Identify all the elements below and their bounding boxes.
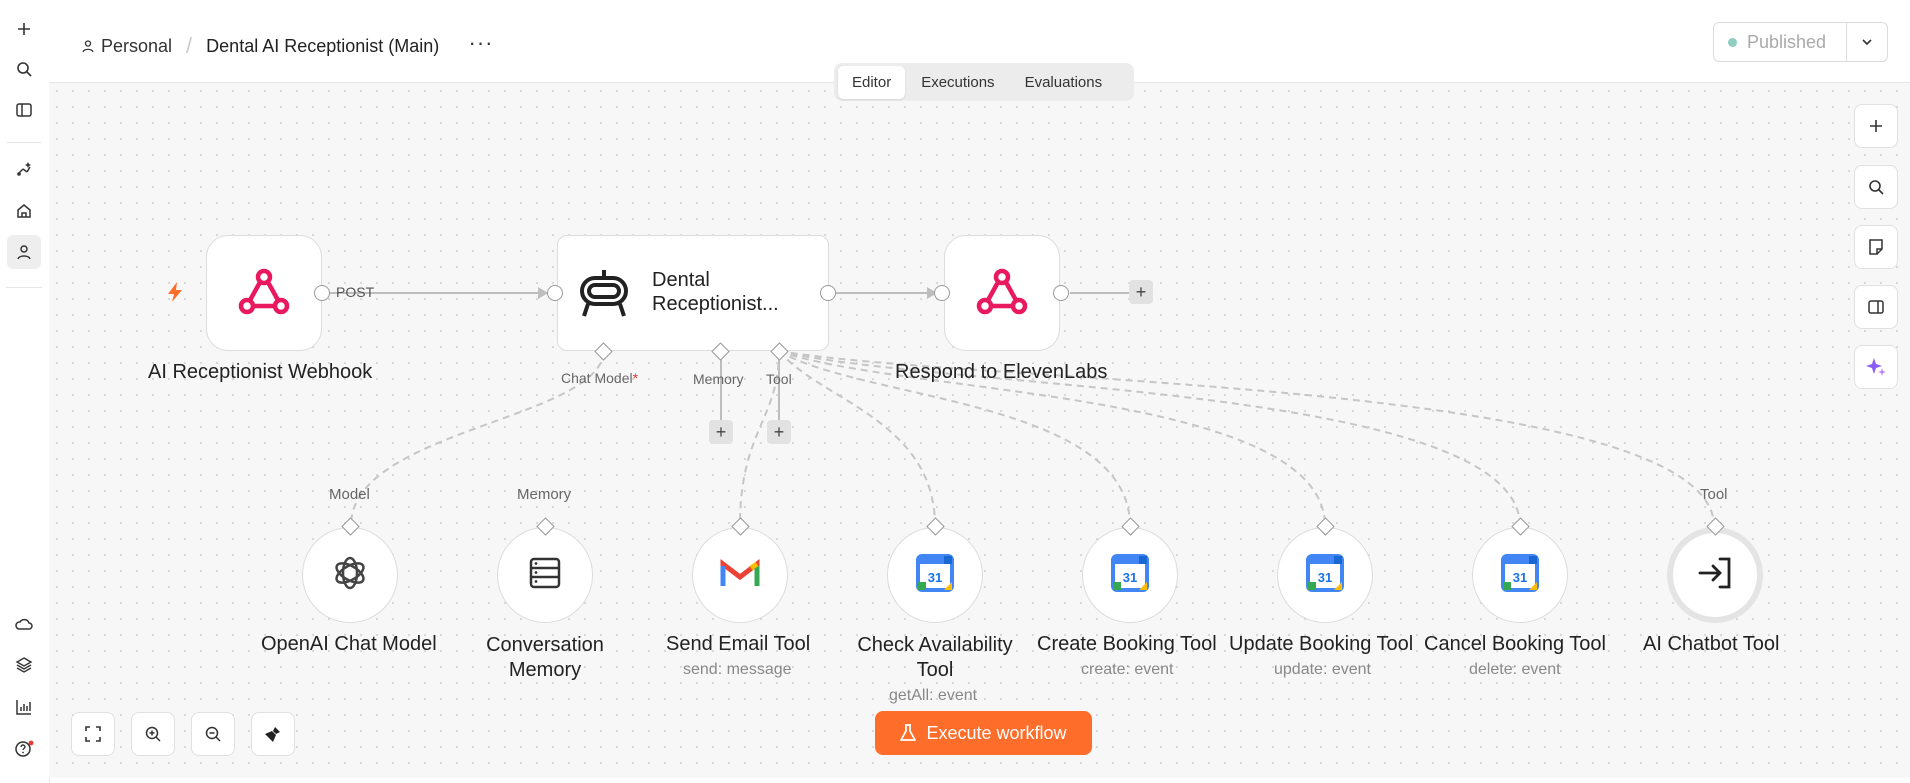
openai-icon bbox=[330, 553, 370, 598]
trigger-bolt-icon bbox=[165, 281, 185, 308]
ai-assistant-icon[interactable] bbox=[1854, 345, 1898, 389]
webhook-icon bbox=[237, 266, 291, 321]
breadcrumb-project[interactable]: Personal bbox=[101, 36, 172, 57]
zoom-in-icon[interactable] bbox=[131, 712, 175, 756]
home-icon[interactable] bbox=[7, 194, 41, 228]
cancel-booking-tool-node[interactable]: 31 bbox=[1472, 527, 1568, 623]
publish-label: Published bbox=[1747, 31, 1827, 52]
ai-chatbot-tool-node[interactable] bbox=[1667, 527, 1763, 623]
create-node-label: Create Booking Tool bbox=[1037, 633, 1217, 655]
send-email-tool-node[interactable] bbox=[692, 527, 788, 623]
update-node-subtitle: update: event bbox=[1274, 661, 1371, 678]
search-nodes-icon[interactable] bbox=[1854, 165, 1898, 209]
availability-node-subtitle: getAll: event bbox=[889, 687, 978, 704]
email-node-subtitle: send: message bbox=[683, 661, 792, 678]
update-node-label: Update Booking Tool bbox=[1229, 633, 1414, 655]
gmail-icon bbox=[720, 558, 760, 593]
google-calendar-icon: 31 bbox=[1111, 553, 1149, 597]
webhook-node-label: AI Receptionist Webhook bbox=[148, 361, 373, 383]
respond-node[interactable] bbox=[944, 235, 1060, 351]
add-node-button[interactable]: + bbox=[1129, 280, 1153, 304]
database-icon bbox=[527, 555, 563, 596]
create-node-subtitle: create: event bbox=[1081, 661, 1174, 678]
availability-node-label: Check Availability Tool bbox=[857, 634, 1013, 681]
add-memory-button[interactable]: + bbox=[709, 420, 733, 444]
cancel-node-label: Cancel Booking Tool bbox=[1424, 633, 1606, 655]
workflow-title[interactable]: Dental AI Receptionist (Main) bbox=[206, 36, 439, 57]
publish-control[interactable]: Published bbox=[1713, 22, 1888, 62]
add-node-icon[interactable] bbox=[1854, 104, 1898, 148]
svg-text:31: 31 bbox=[1318, 570, 1332, 585]
tool-port-label: Tool bbox=[766, 371, 792, 387]
sign-in-arrow-icon bbox=[1696, 554, 1734, 597]
left-sidebar bbox=[0, 0, 50, 783]
templates-icon[interactable] bbox=[7, 648, 41, 682]
side-panel-icon[interactable] bbox=[1854, 285, 1898, 329]
input-port[interactable] bbox=[934, 285, 950, 301]
create-booking-tool-node[interactable]: 31 bbox=[1082, 527, 1178, 623]
respond-node-label: Respond to ElevenLabs bbox=[895, 361, 1108, 383]
google-calendar-icon: 31 bbox=[1306, 553, 1344, 597]
tidy-up-broom-icon[interactable] bbox=[251, 712, 295, 756]
breadcrumb: Personal / Dental AI Receptionist (Main) bbox=[81, 33, 439, 59]
email-node-label: Send Email Tool bbox=[666, 633, 811, 655]
execute-label: Execute workflow bbox=[926, 722, 1067, 743]
view-tabs: Editor Executions Evaluations bbox=[834, 63, 1134, 101]
flask-icon bbox=[900, 724, 917, 742]
google-calendar-icon: 31 bbox=[916, 553, 954, 597]
webhook-icon bbox=[975, 266, 1029, 321]
svg-text:31: 31 bbox=[1513, 570, 1527, 585]
output-port[interactable] bbox=[820, 285, 836, 301]
chat-model-port-label: Chat Model* bbox=[561, 370, 639, 386]
fit-view-icon[interactable] bbox=[71, 712, 115, 756]
insights-icon[interactable] bbox=[7, 690, 41, 724]
input-port[interactable] bbox=[547, 285, 563, 301]
sticky-note-icon[interactable] bbox=[1854, 225, 1898, 269]
breadcrumb-separator: / bbox=[186, 33, 193, 58]
memory-port-label: Memory bbox=[693, 371, 744, 387]
more-options-button[interactable]: ··· bbox=[466, 28, 496, 58]
memory-input-label: Memory bbox=[517, 486, 572, 503]
search-icon[interactable] bbox=[7, 52, 41, 86]
tab-evaluations[interactable]: Evaluations bbox=[1011, 66, 1117, 99]
openai-chat-model-node[interactable] bbox=[302, 527, 398, 623]
toggle-sidebar-icon[interactable] bbox=[7, 93, 41, 127]
openai-node-label: OpenAI Chat Model bbox=[261, 633, 437, 655]
help-icon[interactable] bbox=[7, 732, 41, 766]
svg-text:31: 31 bbox=[928, 570, 942, 585]
check-availability-tool-node[interactable]: 31 bbox=[887, 527, 983, 623]
ai-agent-node[interactable]: Dental Receptionist... bbox=[557, 235, 829, 351]
robot-icon bbox=[576, 266, 632, 327]
update-booking-tool-node[interactable]: 31 bbox=[1277, 527, 1373, 623]
model-port-label: Model bbox=[329, 486, 370, 503]
add-tool-button[interactable]: + bbox=[767, 420, 791, 444]
agent-node-label: Dental Receptionist... bbox=[652, 269, 779, 315]
chatbot-node-label: AI Chatbot Tool bbox=[1643, 633, 1780, 655]
publish-button[interactable]: Published bbox=[1714, 23, 1846, 61]
svg-text:31: 31 bbox=[1123, 570, 1137, 585]
cloud-icon[interactable] bbox=[7, 607, 41, 641]
tool-input-label: Tool bbox=[1700, 486, 1728, 503]
published-status-dot bbox=[1728, 37, 1737, 47]
sparkle-network-icon[interactable] bbox=[7, 152, 41, 186]
output-port[interactable] bbox=[314, 285, 330, 301]
personal-icon[interactable] bbox=[7, 235, 41, 269]
webhook-output-label: POST bbox=[336, 284, 375, 300]
memory-node-label: Conversation Memory bbox=[486, 634, 604, 681]
execute-workflow-button[interactable]: Execute workflow bbox=[875, 711, 1092, 755]
conversation-memory-node[interactable] bbox=[497, 527, 593, 623]
zoom-out-icon[interactable] bbox=[191, 712, 235, 756]
output-port[interactable] bbox=[1053, 285, 1069, 301]
google-calendar-icon: 31 bbox=[1501, 553, 1539, 597]
user-icon bbox=[81, 39, 95, 53]
tab-editor[interactable]: Editor bbox=[838, 65, 906, 99]
webhook-node[interactable] bbox=[206, 235, 322, 351]
add-icon[interactable] bbox=[7, 12, 41, 46]
cancel-node-subtitle: delete: event bbox=[1469, 661, 1561, 678]
chevron-down-icon[interactable] bbox=[1846, 23, 1887, 61]
tab-executions[interactable]: Executions bbox=[907, 66, 1008, 99]
